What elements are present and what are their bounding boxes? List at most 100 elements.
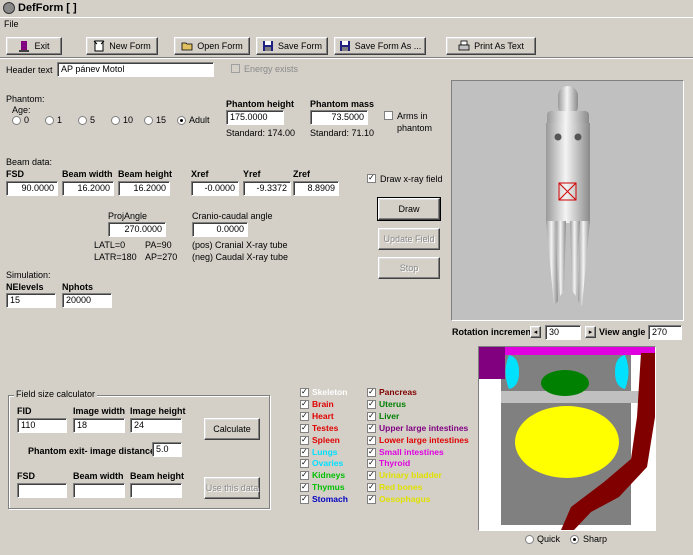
organ-checkbox-thyroid[interactable]: [367, 459, 376, 469]
phantom-figure: [546, 86, 590, 306]
phantom-3d-view[interactable]: [451, 80, 684, 321]
organ-label-small-intestines: Small intestines: [379, 446, 444, 457]
nelevels-input[interactable]: 15: [6, 293, 56, 308]
organ-label-urinary-bladder: Urinary bladder: [379, 470, 442, 481]
phantom-mass-label: Phantom mass: [310, 99, 375, 109]
print-as-text-button[interactable]: Print As Text: [446, 37, 536, 55]
draw-button[interactable]: Draw: [377, 197, 441, 221]
phantom-mass-standard: Standard: 71.10: [310, 128, 375, 138]
draw-x-ray-field-checkbox[interactable]: [367, 174, 376, 183]
organ-checkbox-ovaries[interactable]: [300, 459, 309, 469]
fsd-input[interactable]: 90.0000: [6, 181, 58, 196]
yref-label: Yref: [243, 169, 261, 179]
stop-button[interactable]: Stop: [378, 257, 440, 279]
quick-radio[interactable]: [525, 535, 534, 544]
phantom-height-standard: Standard: 174.00: [226, 128, 296, 138]
xref-label: Xref: [191, 169, 209, 179]
age-option-0: 0: [24, 115, 30, 125]
header-text-input[interactable]: AP pánev Motol: [57, 62, 214, 77]
age-radio-0[interactable]: [12, 116, 21, 125]
energy-exists-checkbox[interactable]: [231, 64, 240, 73]
organ-checkbox-red-bones[interactable]: [367, 483, 376, 493]
title-bar: DefForm [ ]: [0, 0, 693, 18]
use-this-data-button[interactable]: Use this data: [204, 477, 260, 499]
age-radio-10[interactable]: [111, 116, 120, 125]
cross-section-view[interactable]: [478, 346, 656, 531]
arms-in-label-line2: phantom: [397, 123, 433, 133]
view-angle-input[interactable]: 270: [648, 325, 682, 340]
save-form-as-label: Save Form As ...: [354, 41, 422, 51]
phantom-height-input[interactable]: 175.0000: [226, 110, 284, 125]
xref-input[interactable]: -0.0000: [191, 181, 239, 196]
age-radio-5[interactable]: [78, 116, 87, 125]
fid-input[interactable]: 110: [17, 418, 67, 433]
organ-checkbox-lungs[interactable]: [300, 447, 309, 457]
organ-checkbox-testes[interactable]: [300, 423, 309, 433]
beam-height-input[interactable]: 16.2000: [118, 181, 170, 196]
organ-checkbox-small-intestines[interactable]: [367, 447, 376, 457]
use-this-data-label: Use this data: [205, 483, 259, 493]
image-height-input[interactable]: 24: [130, 418, 182, 433]
organ-checkbox-thymus[interactable]: [300, 483, 309, 493]
sharp-radio[interactable]: [570, 535, 579, 544]
organ-checkbox-brain[interactable]: [300, 399, 309, 409]
projangle-label: ProjAngle: [108, 211, 148, 221]
update-field-button[interactable]: Update Field: [378, 228, 440, 250]
calculate-button[interactable]: Calculate: [204, 418, 260, 440]
save-form-button[interactable]: Save Form: [256, 37, 328, 55]
open-form-button[interactable]: Open Form: [174, 37, 250, 55]
organ-checkbox-lower-large-intestines[interactable]: [367, 435, 376, 445]
sharp-label: Sharp: [583, 534, 608, 544]
beam-width-input[interactable]: 16.2000: [62, 181, 114, 196]
arms-in-phantom-checkbox[interactable]: [384, 111, 393, 120]
organ-checkbox-uterus[interactable]: [367, 399, 376, 409]
organ-checkbox-pancreas[interactable]: [367, 388, 376, 397]
organ-checkbox-stomach[interactable]: [300, 495, 309, 505]
exit-button[interactable]: Exit: [6, 37, 62, 55]
organ-label-stomach: Stomach: [312, 494, 348, 505]
organ-checkbox-skeleton[interactable]: [300, 388, 309, 397]
cranio-caudal-input[interactable]: 0.0000: [192, 222, 248, 237]
calc-beam-width-label: Beam width: [73, 471, 124, 481]
zref-input[interactable]: 8.8909: [293, 181, 339, 196]
update-field-label: Update Field: [383, 234, 435, 244]
image-width-input[interactable]: 18: [73, 418, 125, 433]
age-radio-adult[interactable]: [177, 116, 186, 125]
organ-checkbox-oesophagus[interactable]: [367, 495, 376, 505]
open-form-label: Open Form: [197, 41, 243, 51]
rotation-increment-input[interactable]: 30: [545, 325, 581, 340]
quick-label: Quick: [537, 534, 561, 544]
yref-input[interactable]: -9.3372: [243, 181, 291, 196]
organ-checkbox-spleen[interactable]: [300, 435, 309, 445]
calc-fsd-label: FSD: [17, 471, 35, 481]
calc-fsd-output[interactable]: [17, 483, 67, 498]
print-as-text-label: Print As Text: [474, 41, 524, 51]
age-radio-15[interactable]: [144, 116, 153, 125]
menu-file[interactable]: File: [4, 19, 19, 29]
rotation-decrease-button[interactable]: ◂: [530, 326, 541, 338]
organ-checkbox-kidneys[interactable]: [300, 471, 309, 481]
new-form-button[interactable]: New Form: [86, 37, 158, 55]
organ-label-upper-large-intestines: Upper large intestines: [379, 422, 469, 433]
fid-label: FID: [17, 406, 32, 416]
rotation-increase-button[interactable]: ▸: [585, 326, 596, 338]
beam-width-label: Beam width: [62, 169, 113, 179]
organ-label-red-bones: Red bones: [379, 482, 423, 493]
exit-distance-input[interactable]: 5.0: [152, 442, 182, 457]
printer-icon: [458, 40, 470, 52]
projangle-input[interactable]: 270.0000: [108, 222, 166, 237]
image-width-label: Image width: [73, 406, 126, 416]
age-radio-1[interactable]: [45, 116, 54, 125]
organ-checkbox-heart[interactable]: [300, 411, 309, 421]
organ-checkbox-urinary-bladder[interactable]: [367, 471, 376, 481]
organ-checkbox-upper-large-intestines[interactable]: [367, 423, 376, 433]
phantom-mass-input[interactable]: 73.5000: [310, 110, 368, 125]
phantom-label: Phantom:: [6, 94, 45, 104]
calc-beam-height-output[interactable]: [130, 483, 182, 498]
nphots-input[interactable]: 20000: [62, 293, 112, 308]
save-form-as-button[interactable]: Save Form As ...: [334, 37, 426, 55]
organ-label-pancreas: Pancreas: [379, 387, 417, 397]
arrow-left-icon: ◂: [533, 329, 538, 336]
organ-checkbox-liver[interactable]: [367, 411, 376, 421]
calc-beam-width-output[interactable]: [73, 483, 125, 498]
